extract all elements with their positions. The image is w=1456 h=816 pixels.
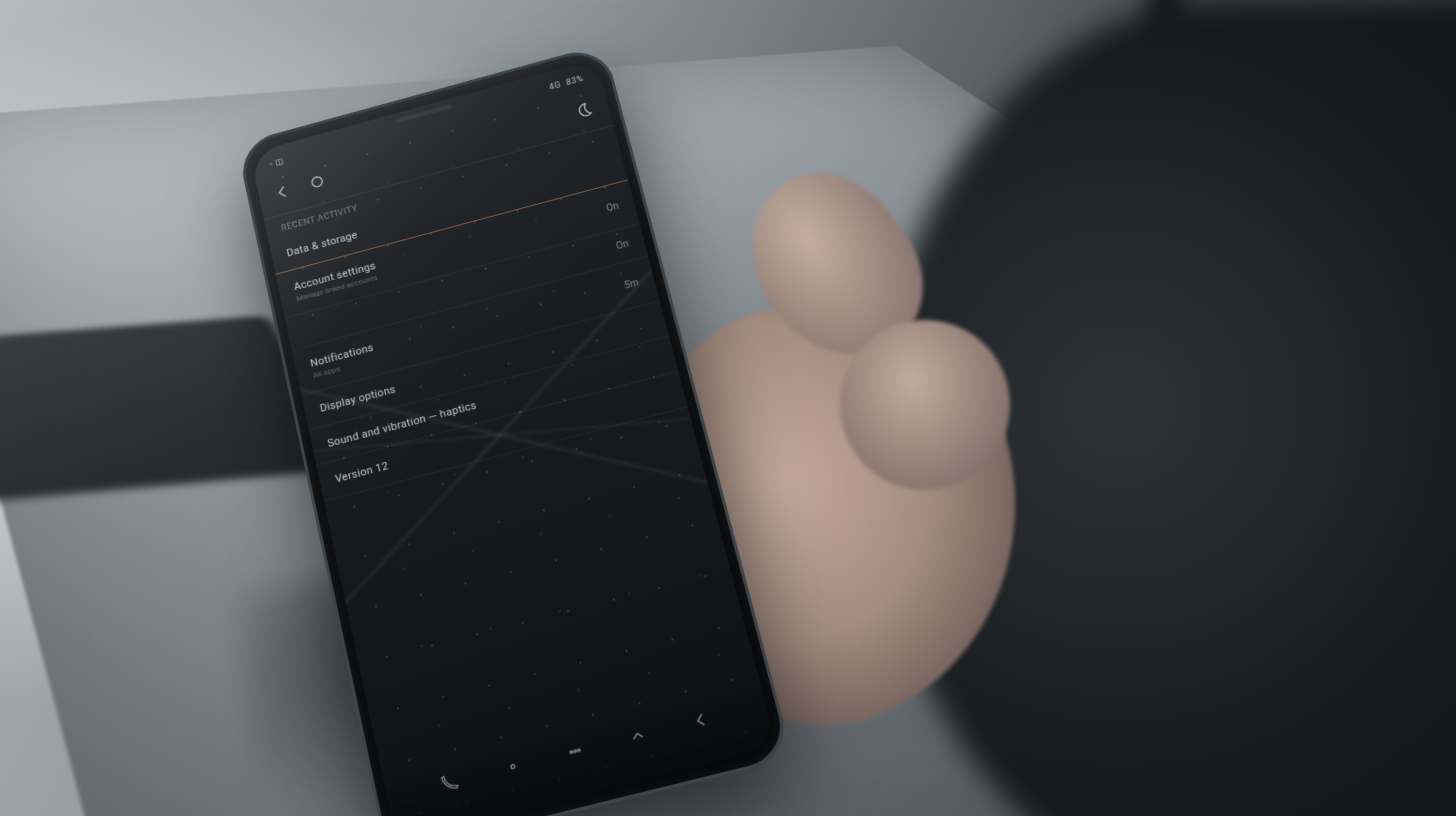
row-value: On [605, 201, 619, 214]
nav-back-icon[interactable] [690, 709, 713, 732]
moon-icon[interactable] [572, 99, 595, 121]
back-icon[interactable] [272, 181, 294, 203]
row-value: On [615, 239, 629, 252]
signal-text: 4G [548, 81, 562, 93]
nav-up-icon[interactable] [627, 724, 650, 747]
nav-grip-icon[interactable] [564, 740, 586, 763]
row-label: Version 12 [334, 460, 389, 486]
search-icon[interactable] [307, 171, 329, 193]
status-indicator: ◦ ◫ [269, 156, 285, 169]
battery-text: 83% [565, 74, 584, 87]
nav-dot-icon[interactable] [501, 755, 523, 778]
photo-scene: ◦ ◫ 4G 83% Rec [0, 0, 1456, 816]
nav-phone-icon[interactable] [439, 771, 461, 794]
row-value: 5m [623, 277, 639, 291]
